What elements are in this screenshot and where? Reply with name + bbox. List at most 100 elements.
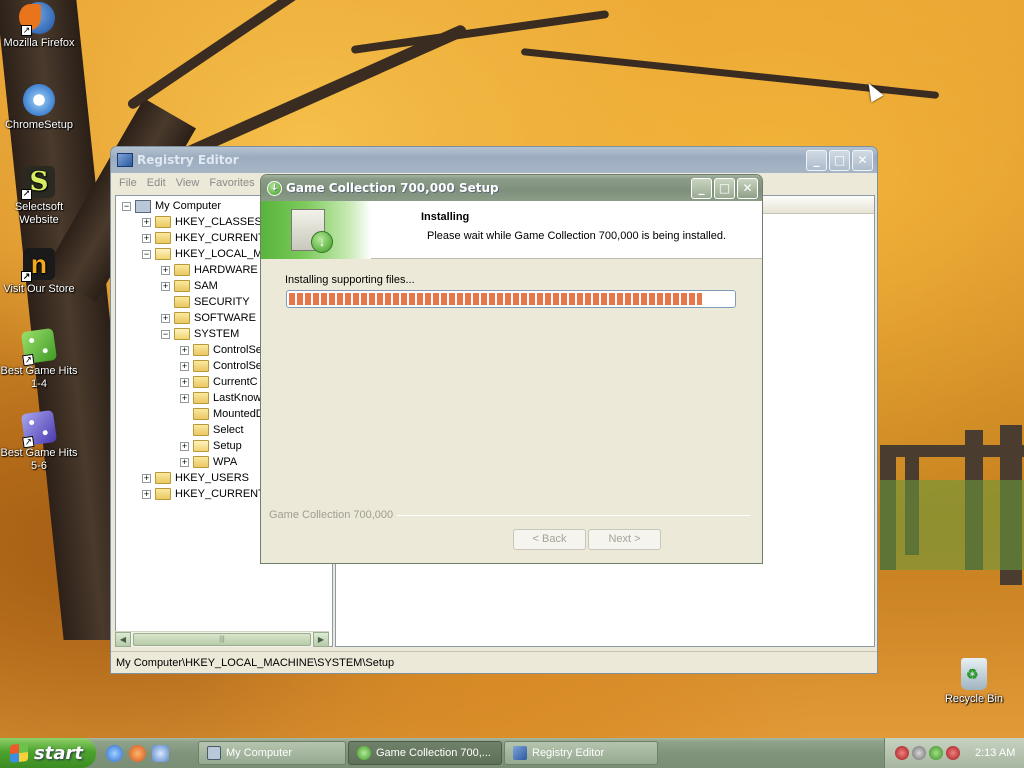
tree-node-label: HKEY_CURRENT_ bbox=[175, 488, 271, 500]
tree-horizontal-scrollbar[interactable]: ◀ ||| ▶ bbox=[115, 631, 329, 647]
brand-text: Game Collection 700,000 bbox=[269, 509, 394, 521]
expand-toggle[interactable]: + bbox=[142, 489, 151, 499]
tree-node[interactable]: + LastKnow bbox=[180, 390, 261, 406]
expand-toggle[interactable]: + bbox=[180, 377, 189, 387]
scroll-thumb[interactable]: ||| bbox=[133, 633, 311, 646]
tree-node[interactable]: + SAM bbox=[161, 278, 218, 294]
close-button[interactable]: ✕ bbox=[852, 149, 873, 171]
tree-node[interactable]: + WPA bbox=[180, 454, 237, 470]
maximize-button[interactable]: □ bbox=[829, 149, 850, 171]
status-path: My Computer\HKEY_LOCAL_MACHINE\SYSTEM\Se… bbox=[116, 656, 395, 669]
tree-node[interactable]: SECURITY bbox=[161, 294, 250, 310]
regedit-icon bbox=[513, 746, 527, 760]
chrome-setup-icon bbox=[23, 84, 55, 116]
tree-node[interactable]: − SYSTEM bbox=[161, 326, 239, 342]
show-desktop-icon[interactable] bbox=[152, 744, 169, 762]
task-label: My Computer bbox=[226, 747, 293, 759]
tree-node[interactable]: + ControlSe bbox=[180, 358, 262, 374]
folder-icon bbox=[193, 408, 209, 420]
desktop-icon-label: Visit Our Store bbox=[3, 283, 75, 295]
tree-node[interactable]: − HKEY_LOCAL_MA bbox=[142, 246, 270, 262]
tree-node-my-computer[interactable]: − My Computer bbox=[122, 198, 221, 214]
collapse-toggle[interactable]: − bbox=[122, 201, 131, 211]
tree-node-label: CurrentC bbox=[213, 376, 258, 388]
taskbar-item-registry-editor[interactable]: Registry Editor bbox=[504, 741, 658, 765]
taskbar-item-my-computer[interactable]: My Computer bbox=[198, 741, 346, 765]
folder-open-icon bbox=[193, 440, 209, 452]
desktop-icon-label: ChromeSetup bbox=[5, 119, 73, 131]
clock: 2:13 AM bbox=[975, 747, 1016, 759]
back-button[interactable]: < Back bbox=[513, 529, 586, 550]
tree-node-label: SYSTEM bbox=[194, 328, 240, 340]
maximize-button[interactable]: □ bbox=[714, 177, 735, 199]
expand-toggle[interactable]: + bbox=[161, 313, 170, 323]
network-icon[interactable] bbox=[929, 746, 943, 760]
tree-node[interactable]: + SOFTWARE bbox=[161, 310, 256, 326]
tree-node[interactable]: + HKEY_USERS bbox=[142, 470, 249, 486]
scroll-right-arrow-icon[interactable]: ▶ bbox=[313, 632, 329, 647]
desktop-icon-selectsoft[interactable]: S ↗ Selectsoft Website bbox=[0, 166, 78, 227]
menu-file[interactable]: File bbox=[115, 177, 143, 189]
setup-subheading: Please wait while Game Collection 700,00… bbox=[427, 230, 727, 242]
tree-node[interactable]: + CurrentC bbox=[180, 374, 258, 390]
expand-toggle[interactable]: + bbox=[142, 217, 151, 227]
status-bar: My Computer\HKEY_LOCAL_MACHINE\SYSTEM\Se… bbox=[111, 651, 877, 673]
folder-icon bbox=[193, 456, 209, 468]
folder-icon bbox=[193, 424, 209, 436]
expand-toggle[interactable]: + bbox=[180, 457, 189, 467]
tree-node[interactable]: + HKEY_CURRENT_ bbox=[142, 230, 271, 246]
expand-toggle[interactable]: + bbox=[180, 345, 189, 355]
desktop-icon-chromesetup[interactable]: ChromeSetup bbox=[0, 84, 78, 132]
computer-icon bbox=[135, 199, 151, 213]
no-toggle bbox=[161, 298, 170, 307]
expand-toggle[interactable]: + bbox=[180, 361, 189, 371]
security-shield-icon[interactable] bbox=[895, 746, 909, 760]
tree-node[interactable]: + HKEY_CLASSES_R bbox=[142, 214, 276, 230]
next-button[interactable]: Next > bbox=[588, 529, 661, 550]
collapse-toggle[interactable]: − bbox=[161, 329, 170, 339]
expand-toggle[interactable]: + bbox=[142, 233, 151, 243]
folder-icon bbox=[193, 376, 209, 388]
tree-node[interactable]: MountedD bbox=[180, 406, 264, 422]
menu-edit[interactable]: Edit bbox=[143, 177, 172, 189]
desktop-icon-best-game-hits-5-6[interactable]: ↗ Best Game Hits 5-6 bbox=[0, 409, 78, 473]
start-button[interactable]: start bbox=[0, 738, 96, 768]
tray-app-icon[interactable] bbox=[912, 746, 926, 760]
scroll-left-arrow-icon[interactable]: ◀ bbox=[115, 632, 131, 647]
expand-toggle[interactable]: + bbox=[142, 473, 151, 483]
tree-node-label: HARDWARE bbox=[194, 264, 258, 276]
firefox-icon[interactable] bbox=[129, 744, 146, 762]
internet-explorer-icon[interactable] bbox=[106, 744, 123, 762]
tree-node[interactable]: + HKEY_CURRENT_ bbox=[142, 486, 271, 502]
registry-editor-titlebar[interactable]: Registry Editor _ □ ✕ bbox=[111, 147, 877, 173]
folder-icon bbox=[155, 232, 171, 244]
minimize-button[interactable]: _ bbox=[806, 149, 827, 171]
desktop-icon-store[interactable]: n ↗ Visit Our Store bbox=[0, 248, 78, 296]
tree-node-setup[interactable]: + Setup bbox=[180, 438, 242, 454]
tree-node[interactable]: + HARDWARE bbox=[161, 262, 258, 278]
setup-titlebar[interactable]: ↓ Game Collection 700,000 Setup _ □ ✕ bbox=[261, 175, 762, 201]
regedit-app-icon bbox=[117, 153, 133, 167]
minimize-button[interactable]: _ bbox=[691, 177, 712, 199]
menu-view[interactable]: View bbox=[172, 177, 206, 189]
no-toggle bbox=[180, 410, 189, 419]
tree-node[interactable]: + ControlSe bbox=[180, 342, 262, 358]
folder-icon bbox=[174, 312, 190, 324]
download-arrow-icon: ↓ bbox=[311, 231, 333, 253]
tree-node-label: SOFTWARE bbox=[194, 312, 256, 324]
expand-toggle[interactable]: + bbox=[161, 265, 170, 275]
desktop-icon-best-game-hits-1-4[interactable]: ↗ Best Game Hits 1-4 bbox=[0, 327, 78, 391]
desktop-icon-recycle-bin[interactable]: ♻ Recycle Bin bbox=[935, 658, 1013, 706]
tree-node[interactable]: Select bbox=[180, 422, 244, 438]
game-dice-purple-icon: ↗ bbox=[20, 409, 58, 449]
taskbar-item-game-collection-setup[interactable]: Game Collection 700,... bbox=[348, 741, 502, 765]
expand-toggle[interactable]: + bbox=[161, 281, 170, 291]
collapse-toggle[interactable]: − bbox=[142, 249, 151, 259]
security-alert-icon[interactable] bbox=[946, 746, 960, 760]
desktop-icon-firefox[interactable]: ↗ Mozilla Firefox bbox=[0, 2, 78, 50]
expand-toggle[interactable]: + bbox=[180, 441, 189, 451]
desktop-icon-label: Mozilla Firefox bbox=[3, 37, 75, 49]
expand-toggle[interactable]: + bbox=[180, 393, 189, 403]
close-button[interactable]: ✕ bbox=[737, 177, 758, 199]
menu-favorites[interactable]: Favorites bbox=[205, 177, 260, 189]
